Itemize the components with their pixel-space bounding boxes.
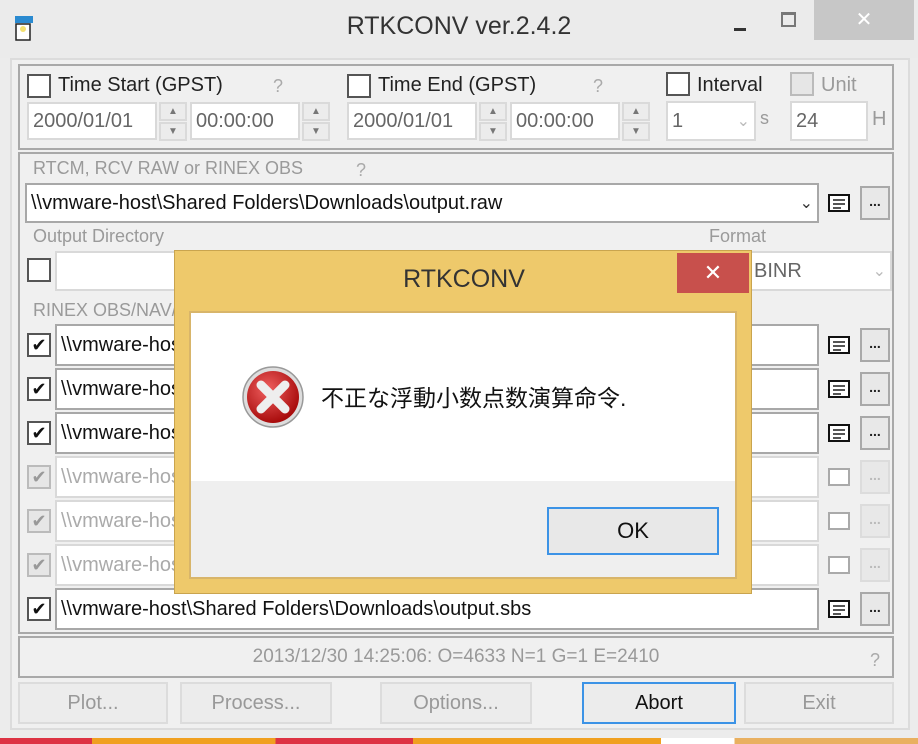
- rinex-row-checkbox[interactable]: ✔: [27, 465, 51, 489]
- input-file-combobox[interactable]: \\vmware-host\Shared Folders\Downloads\o…: [25, 183, 819, 223]
- rinex-row-checkbox[interactable]: ✔: [27, 421, 51, 445]
- unit-checkbox[interactable]: [790, 72, 814, 96]
- input-browse-button[interactable]: ...: [860, 186, 890, 220]
- interval-value: 1: [672, 109, 684, 132]
- taskbar-strip: [0, 738, 918, 744]
- time-end-help[interactable]: ?: [593, 76, 603, 97]
- time-start-time-up[interactable]: ▲: [302, 102, 330, 121]
- unit-suffix: H: [872, 108, 887, 130]
- interval-select[interactable]: 1 ⌄: [666, 101, 756, 141]
- view-file-icon[interactable]: [828, 512, 850, 530]
- unit-field[interactable]: 24: [790, 101, 868, 141]
- time-start-date-field[interactable]: 2000/01/01: [27, 102, 157, 140]
- view-file-icon[interactable]: [828, 380, 850, 398]
- output-dir-checkbox[interactable]: [27, 258, 51, 282]
- abort-button[interactable]: Abort: [582, 682, 736, 724]
- input-help[interactable]: ?: [356, 160, 366, 181]
- process-button[interactable]: Process...: [180, 682, 332, 724]
- maximize-icon[interactable]: [776, 8, 806, 34]
- title-bar: RTKCONV ver.2.4.2 ✕: [0, 0, 918, 58]
- rinex-row-browse-button[interactable]: ...: [860, 504, 890, 538]
- time-start-date-down[interactable]: ▼: [159, 122, 187, 141]
- time-end-date-field[interactable]: 2000/01/01: [347, 102, 477, 140]
- view-file-icon[interactable]: [828, 556, 850, 574]
- time-end-date-down[interactable]: ▼: [479, 122, 507, 141]
- interval-label: Interval: [697, 74, 763, 96]
- view-file-icon[interactable]: [828, 336, 850, 354]
- status-text: 2013/12/30 14:25:06: O=4633 N=1 G=1 E=24…: [252, 646, 660, 667]
- time-start-label: Time Start (GPST): [58, 74, 223, 96]
- time-end-time-up[interactable]: ▲: [622, 102, 650, 121]
- rinex-row-browse-button[interactable]: ...: [860, 372, 890, 406]
- error-dialog: RTKCONV ✕ 不正な浮動小数点数演算命令. OK: [174, 250, 752, 594]
- view-file-icon[interactable]: [828, 424, 850, 442]
- dialog-ok-button[interactable]: OK: [547, 507, 719, 555]
- time-start-date-up[interactable]: ▲: [159, 102, 187, 121]
- minimize-icon[interactable]: [728, 18, 752, 38]
- rinex-row-browse-button[interactable]: ...: [860, 548, 890, 582]
- interval-unit: s: [760, 108, 769, 128]
- rinex-row-browse-button[interactable]: ...: [860, 460, 890, 494]
- rinex-row-browse-button[interactable]: ...: [860, 592, 890, 626]
- dialog-body: 不正な浮動小数点数演算命令. OK: [189, 311, 737, 579]
- rinex-row-checkbox[interactable]: ✔: [27, 333, 51, 357]
- time-end-label: Time End (GPST): [378, 74, 537, 96]
- error-icon: [242, 366, 304, 428]
- time-end-checkbox[interactable]: [347, 74, 371, 98]
- rinex-row-checkbox[interactable]: ✔: [27, 553, 51, 577]
- rinex-row-path[interactable]: \\vmware-host\Shared Folders\Downloads\o…: [55, 588, 819, 630]
- output-dir-field[interactable]: [55, 251, 185, 291]
- unit-label: Unit: [821, 74, 857, 96]
- status-help[interactable]: ?: [870, 650, 880, 671]
- format-label: Format: [709, 226, 767, 246]
- chevron-down-icon[interactable]: ⌄: [800, 193, 813, 213]
- interval-checkbox[interactable]: [666, 72, 690, 96]
- rinex-row-checkbox[interactable]: ✔: [27, 509, 51, 533]
- time-end-time-field[interactable]: 00:00:00: [510, 102, 620, 140]
- rinex-row-browse-button[interactable]: ...: [860, 416, 890, 450]
- rinex-row-browse-button[interactable]: ...: [860, 328, 890, 362]
- time-start-help[interactable]: ?: [273, 76, 283, 97]
- view-file-icon[interactable]: [828, 194, 850, 212]
- time-end-time-down[interactable]: ▼: [622, 122, 650, 141]
- time-start-checkbox[interactable]: [27, 74, 51, 98]
- rinex-row-checkbox[interactable]: ✔: [27, 597, 51, 621]
- time-start-time-down[interactable]: ▼: [302, 122, 330, 141]
- format-value: BINR: [754, 259, 802, 282]
- output-dir-label: Output Directory: [33, 226, 165, 246]
- format-select[interactable]: BINR ⌄: [748, 251, 892, 291]
- dialog-close-icon[interactable]: ✕: [677, 253, 749, 293]
- view-file-icon[interactable]: [828, 468, 850, 486]
- time-start-time-field[interactable]: 00:00:00: [190, 102, 300, 140]
- rinex-row-checkbox[interactable]: ✔: [27, 377, 51, 401]
- input-label: RTCM, RCV RAW or RINEX OBS: [33, 158, 304, 178]
- dialog-title: RTKCONV: [403, 265, 525, 293]
- view-file-icon[interactable]: [828, 600, 850, 618]
- chevron-down-icon: ⌄: [872, 263, 886, 280]
- input-file-value: \\vmware-host\Shared Folders\Downloads\o…: [31, 191, 503, 214]
- chevron-down-icon: ⌄: [736, 113, 750, 130]
- time-end-date-up[interactable]: ▲: [479, 102, 507, 121]
- dialog-message: 不正な浮動小数点数演算命令.: [321, 385, 627, 411]
- plot-button[interactable]: Plot...: [18, 682, 168, 724]
- close-icon[interactable]: ✕: [814, 0, 914, 40]
- options-button[interactable]: Options...: [380, 682, 532, 724]
- exit-button[interactable]: Exit: [744, 682, 894, 724]
